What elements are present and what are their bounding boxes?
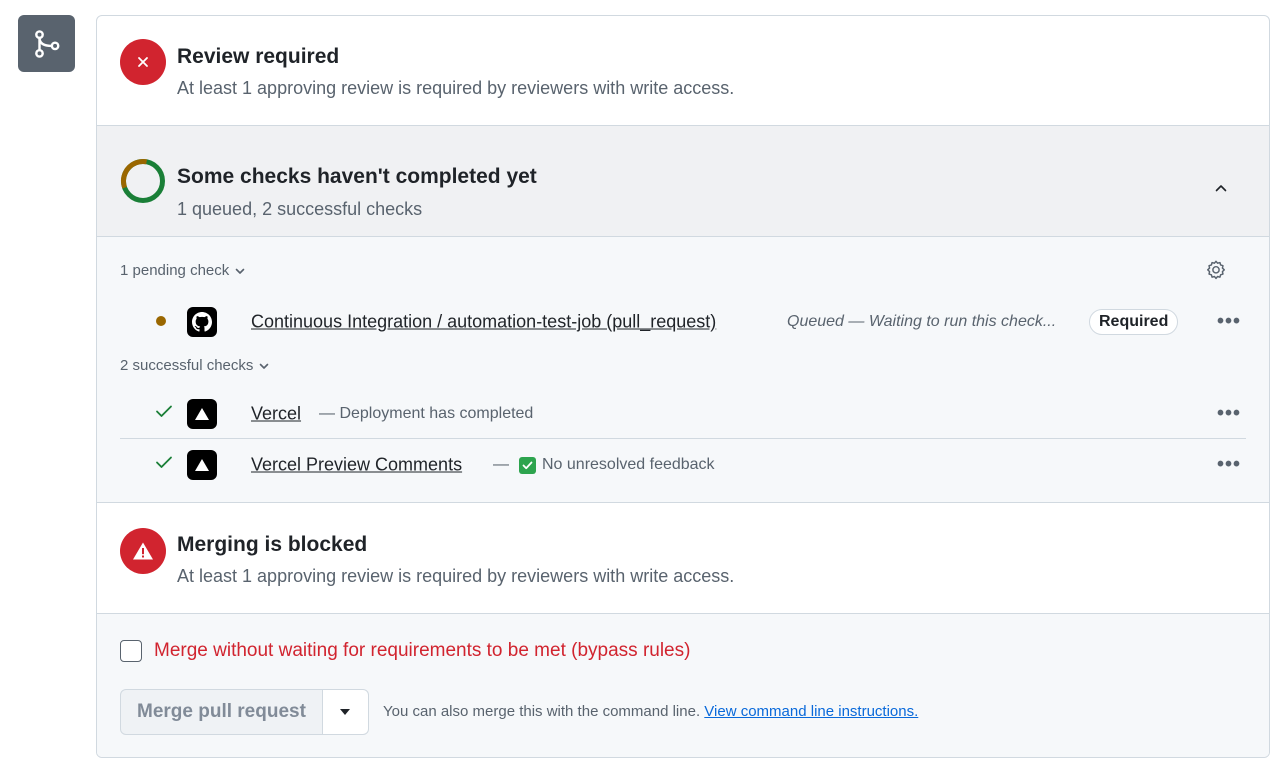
check-row-pending: Continuous Integration / automation-test… [120, 297, 1246, 347]
check-icon [155, 404, 173, 423]
checks-list: 1 pending check Continuous Integration /… [97, 237, 1269, 503]
pending-checks-toggle[interactable]: 1 pending check [120, 262, 246, 279]
merge-button-group: Merge pull request [120, 689, 369, 735]
git-merge-icon [18, 15, 75, 72]
gear-icon[interactable] [1205, 259, 1227, 286]
blocked-section: Merging is blocked At least 1 approving … [97, 503, 1269, 614]
check-icon [155, 456, 173, 475]
vercel-icon [187, 398, 217, 429]
bypass-label[interactable]: Merge without waiting for requirements t… [154, 640, 690, 662]
bypass-option[interactable]: Merge without waiting for requirements t… [120, 640, 690, 662]
bypass-checkbox[interactable] [120, 640, 142, 662]
blocked-title: Merging is blocked [177, 533, 368, 556]
merge-actions: Merge without waiting for requirements t… [97, 614, 1269, 757]
kebab-horizontal-icon[interactable]: ••• [1217, 454, 1241, 477]
merge-box: Review required At least 1 approving rev… [96, 15, 1270, 758]
alert-icon [120, 528, 166, 574]
pending-dot-icon [156, 313, 166, 331]
github-icon [187, 307, 217, 337]
check-link-vercel[interactable]: Vercel [251, 403, 301, 424]
review-subtitle: At least 1 approving review is required … [177, 78, 735, 98]
chevron-down-icon [235, 268, 245, 274]
desc-text: No unresolved feedback [542, 456, 715, 473]
checks-header[interactable]: Some checks haven't completed yet 1 queu… [97, 126, 1269, 237]
required-badge: Required [1089, 309, 1179, 335]
successful-checks-toggle[interactable]: 2 successful checks [120, 357, 270, 374]
pending-checks-label: 1 pending check [120, 262, 230, 279]
check-desc-vercel-preview: — No unresolved feedback [493, 456, 715, 474]
kebab-horizontal-icon[interactable]: ••• [1217, 402, 1241, 425]
review-title: Review required [177, 45, 340, 68]
successful-checks-label: 2 successful checks [120, 357, 254, 374]
checks-title: Some checks haven't completed yet [177, 165, 537, 188]
chevron-down-icon [260, 363, 269, 369]
cli-text: You can also merge this with the command… [383, 703, 701, 720]
chevron-up-icon[interactable] [1211, 178, 1231, 198]
desc-dash: — [493, 456, 509, 473]
check-row-vercel-preview: Vercel Preview Comments — No unresolved … [120, 440, 1246, 490]
checkbox-checked-icon [519, 456, 536, 474]
merge-pull-request-button[interactable]: Merge pull request [120, 689, 323, 735]
x-circle-icon [120, 39, 166, 85]
vercel-icon [187, 450, 217, 480]
cli-hint: You can also merge this with the command… [383, 703, 918, 720]
check-desc-ci: Queued — Waiting to run this check... [787, 313, 1057, 330]
cli-instructions-link[interactable]: View command line instructions. [704, 703, 918, 720]
triangle-down-icon [340, 709, 351, 715]
merge-method-dropdown[interactable] [322, 689, 369, 735]
checks-progress-icon [120, 158, 166, 209]
blocked-subtitle: At least 1 approving review is required … [177, 566, 735, 586]
checks-subtitle: 1 queued, 2 successful checks [177, 199, 423, 219]
review-section: Review required At least 1 approving rev… [97, 16, 1269, 126]
check-desc-vercel: — Deployment has completed [319, 404, 534, 422]
check-link-vercel-preview[interactable]: Vercel Preview Comments [251, 455, 462, 476]
kebab-horizontal-icon[interactable]: ••• [1217, 311, 1241, 334]
check-row-vercel: Vercel — Deployment has completed ••• [120, 389, 1246, 439]
check-link-ci[interactable]: Continuous Integration / automation-test… [251, 312, 716, 333]
